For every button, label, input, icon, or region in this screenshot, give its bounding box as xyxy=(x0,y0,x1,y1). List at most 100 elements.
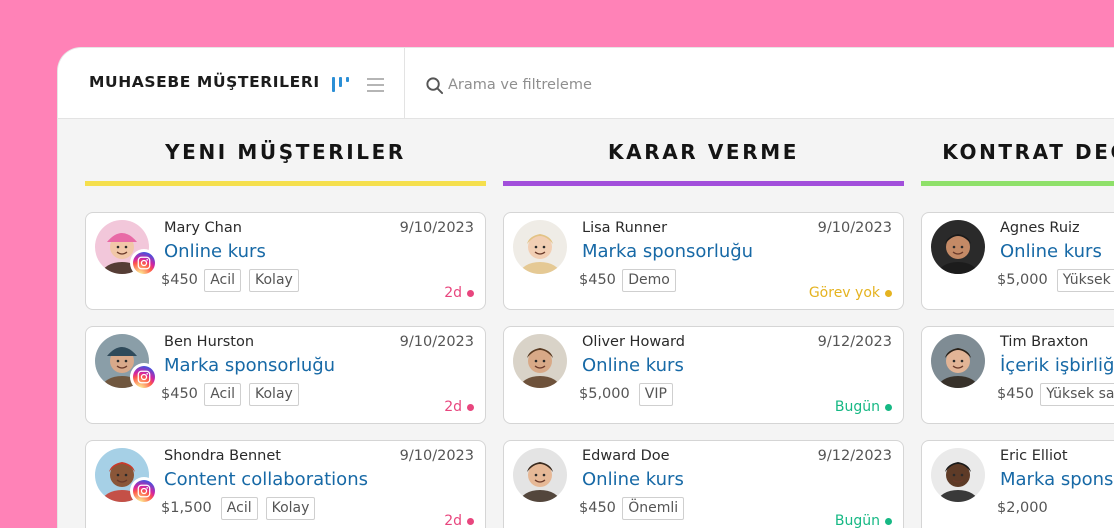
tag[interactable]: Yüksek satış xyxy=(1040,383,1114,406)
contact-name: Tim Braxton xyxy=(1000,334,1089,350)
deal-title[interactable]: Online kurs xyxy=(1000,241,1102,262)
deal-card[interactable]: Eric Elliot Marka sponsorluğu $2,000 xyxy=(921,440,1114,528)
status-indicator: 2d xyxy=(444,399,474,415)
deal-price: $450 xyxy=(579,500,616,516)
status-label: Bugün xyxy=(834,399,880,415)
search-input[interactable] xyxy=(448,72,848,98)
search-icon xyxy=(426,77,444,95)
tag[interactable]: Demo xyxy=(622,269,676,292)
tag[interactable]: Kolay xyxy=(249,383,299,406)
contact-name: Eric Elliot xyxy=(1000,448,1068,464)
deal-date: 9/10/2023 xyxy=(817,220,892,236)
status-label: Bugün xyxy=(834,513,880,528)
instagram-icon xyxy=(130,249,158,277)
column-title: KONTRAT DEĞERLENDİRME xyxy=(942,140,1114,164)
status-dot-icon xyxy=(467,289,474,297)
tag-list: Demo xyxy=(622,269,676,292)
deal-price: $450 xyxy=(579,272,616,288)
deal-card[interactable]: Shondra Bennet 9/10/2023 Content collabora… xyxy=(85,440,486,528)
tag[interactable]: Yüksek satış xyxy=(1056,269,1114,292)
status-label: 2d xyxy=(444,285,462,301)
column-title: KARAR VERME xyxy=(608,140,799,164)
app-window: MUHASEBE MÜŞTERILERI YENI MÜŞTERILER Mar… xyxy=(57,47,1114,528)
contact-name: Edward Doe xyxy=(582,448,670,464)
tag-list: Acil Kolay xyxy=(220,497,316,520)
deal-title[interactable]: Online kurs xyxy=(164,241,266,262)
top-bar: MUHASEBE MÜŞTERILERI xyxy=(58,48,1114,119)
tag-list: Acil Kolay xyxy=(204,383,299,406)
tag[interactable]: Acil xyxy=(220,497,258,520)
deal-title[interactable]: İçerik işbirliği xyxy=(1000,355,1114,376)
column-color-bar xyxy=(921,181,1114,186)
avatar xyxy=(513,334,567,388)
status-dot-icon xyxy=(467,403,474,411)
deal-card[interactable]: Agnes Ruiz Online kurs $5,000 Yüksek satış xyxy=(921,212,1114,310)
status-indicator: Bugün xyxy=(835,399,892,415)
contact-name: Agnes Ruiz xyxy=(1000,220,1080,236)
status-indicator: Görev yok xyxy=(809,285,892,301)
deal-card[interactable]: Tim Braxton İçerik işbirliği $450 Yüksek sa… xyxy=(921,326,1114,424)
deal-date: 9/10/2023 xyxy=(399,334,474,350)
deal-card[interactable]: Oliver Howard 9/12/2023 Online kurs $5,000 V… xyxy=(503,326,904,424)
column-color-bar xyxy=(503,181,904,186)
avatar xyxy=(513,448,567,502)
status-indicator: 2d xyxy=(444,285,474,301)
tag-list: VIP xyxy=(638,383,673,406)
contact-name: Ben Hurston xyxy=(164,334,255,350)
tag-list: Önemli xyxy=(622,497,685,520)
board-title: MUHASEBE MÜŞTERILERI xyxy=(89,73,320,91)
column-color-bar xyxy=(85,181,486,186)
deal-title[interactable]: Content collaborations xyxy=(164,469,368,490)
status-indicator: 2d xyxy=(444,513,474,528)
tag[interactable]: Kolay xyxy=(265,497,316,520)
deal-card[interactable]: Edward Doe 9/12/2023 Online kurs $450 Önemli… xyxy=(503,440,904,528)
status-label: 2d xyxy=(444,513,462,528)
column-title: YENI MÜŞTERILER xyxy=(165,140,406,164)
deal-card[interactable]: Lisa Runner 9/10/2023 Marka sponsorluğu $45… xyxy=(503,212,904,310)
deal-card[interactable]: Mary Chan 9/10/2023 Online kurs $450 Acil Kol… xyxy=(85,212,486,310)
deal-price: $5,000 xyxy=(579,386,630,402)
status-dot-icon xyxy=(885,517,892,525)
instagram-icon xyxy=(130,477,158,505)
tag[interactable]: Kolay xyxy=(249,269,299,292)
status-label: Görev yok xyxy=(808,285,880,301)
avatar xyxy=(931,448,985,502)
tag[interactable]: VIP xyxy=(638,383,673,406)
contact-name: Oliver Howard xyxy=(582,334,685,350)
contact-name: Shondra Bennet xyxy=(164,448,281,464)
deal-date: 9/12/2023 xyxy=(817,334,892,350)
avatar xyxy=(931,220,985,274)
tag-list: Acil Kolay xyxy=(204,269,299,292)
deal-price: $450 xyxy=(161,272,198,288)
avatar xyxy=(931,334,985,388)
status-dot-icon xyxy=(467,517,474,525)
deal-title[interactable]: Marka sponsorluğu xyxy=(164,355,335,376)
deal-title[interactable]: Marka sponsorluğu xyxy=(582,241,753,262)
status-label: 2d xyxy=(444,399,462,415)
tag[interactable]: Önemli xyxy=(622,497,685,520)
topbar-divider xyxy=(404,48,405,119)
deal-date: 9/10/2023 xyxy=(399,220,474,236)
deal-price: $5,000 xyxy=(997,272,1048,288)
deal-price: $1,500 xyxy=(161,500,212,516)
deal-price: $2,000 xyxy=(997,500,1048,516)
deal-date: 9/12/2023 xyxy=(817,448,892,464)
deal-title[interactable]: Online kurs xyxy=(582,469,684,490)
deal-card[interactable]: Ben Hurston 9/10/2023 Marka sponsorluğu $45… xyxy=(85,326,486,424)
kanban-view-icon[interactable] xyxy=(330,74,350,94)
tag[interactable]: Acil xyxy=(204,269,241,292)
instagram-icon xyxy=(130,363,158,391)
deal-date: 9/10/2023 xyxy=(399,448,474,464)
tag-list: Yüksek satış xyxy=(1040,383,1114,406)
status-indicator: Bugün xyxy=(835,513,892,528)
list-view-icon[interactable] xyxy=(366,76,386,94)
contact-name: Mary Chan xyxy=(164,220,242,236)
deal-price: $450 xyxy=(997,386,1034,402)
contact-name: Lisa Runner xyxy=(582,220,668,236)
avatar xyxy=(513,220,567,274)
tag-list: Yüksek satış xyxy=(1056,269,1114,292)
tag[interactable]: Acil xyxy=(204,383,241,406)
deal-title[interactable]: Online kurs xyxy=(582,355,684,376)
deal-title[interactable]: Marka sponsorluğu xyxy=(1000,469,1114,490)
status-dot-icon xyxy=(885,289,892,297)
